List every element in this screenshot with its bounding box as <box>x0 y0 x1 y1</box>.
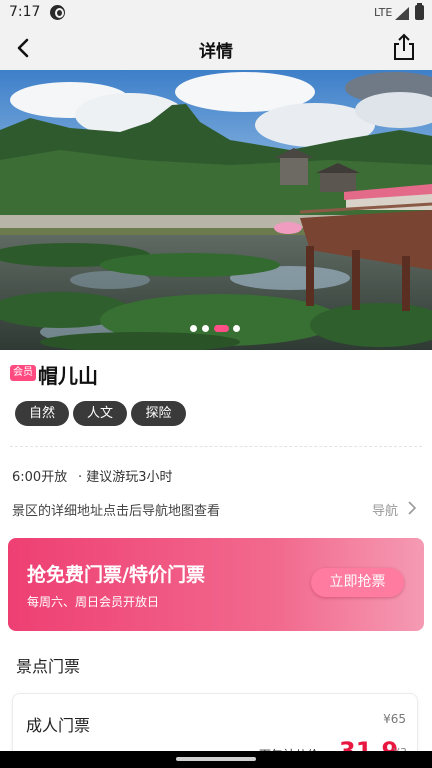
carousel-dot[interactable] <box>202 325 209 332</box>
signal-icon <box>395 7 409 20</box>
page-title: 详情 <box>199 42 233 62</box>
section-title-tickets: 景点门票 <box>16 657 81 676</box>
share-icon <box>394 33 414 60</box>
divider <box>10 446 422 447</box>
promo-title: 抢免费门票/特价门票 <box>27 564 205 586</box>
chevron-right-icon <box>408 501 417 515</box>
navigate-label: 导航 <box>372 504 399 519</box>
scenic-photo-carousel[interactable] <box>0 70 432 350</box>
scenic-photo <box>0 70 432 350</box>
battery-icon <box>415 3 424 20</box>
promo-banner[interactable]: 抢免费门票/特价门票 每周六、周日会员开放日 立即抢票 <box>8 538 424 631</box>
tag-adventure[interactable]: 探险 <box>131 401 186 426</box>
ticket-original-price: ¥65 <box>383 712 406 726</box>
member-badge: 会员 <box>10 365 36 381</box>
status-time: 7:17 <box>9 4 41 20</box>
carousel-dot[interactable] <box>190 325 197 332</box>
tag-culture[interactable]: 人文 <box>73 401 127 426</box>
status-bar: 7:17 LTE <box>0 0 432 26</box>
carousel-dot[interactable] <box>233 325 240 332</box>
home-indicator[interactable] <box>176 757 256 761</box>
share-button[interactable] <box>389 32 419 62</box>
tag-nature[interactable]: 自然 <box>15 401 69 426</box>
top-app-bar: 详情 <box>0 26 432 70</box>
ticket-name: 成人门票 <box>26 716 91 735</box>
carousel-dot-active[interactable] <box>214 325 229 332</box>
network-type: LTE <box>374 6 393 19</box>
navigate-button[interactable]: 导航 <box>372 499 422 519</box>
opening-time: 6:00开放 <box>12 470 68 485</box>
scenic-name: 帽儿山 <box>38 364 98 388</box>
promo-subtitle: 每周六、周日会员开放日 <box>27 595 160 609</box>
address-text: 景区的详细地址点击后导航地图查看 <box>12 504 221 519</box>
grab-ticket-button[interactable]: 立即抢票 <box>311 568 404 597</box>
suggested-duration: · 建议游玩3小时 <box>78 470 173 485</box>
app-notification-icon <box>50 5 65 20</box>
system-navigation-bar <box>0 751 432 768</box>
